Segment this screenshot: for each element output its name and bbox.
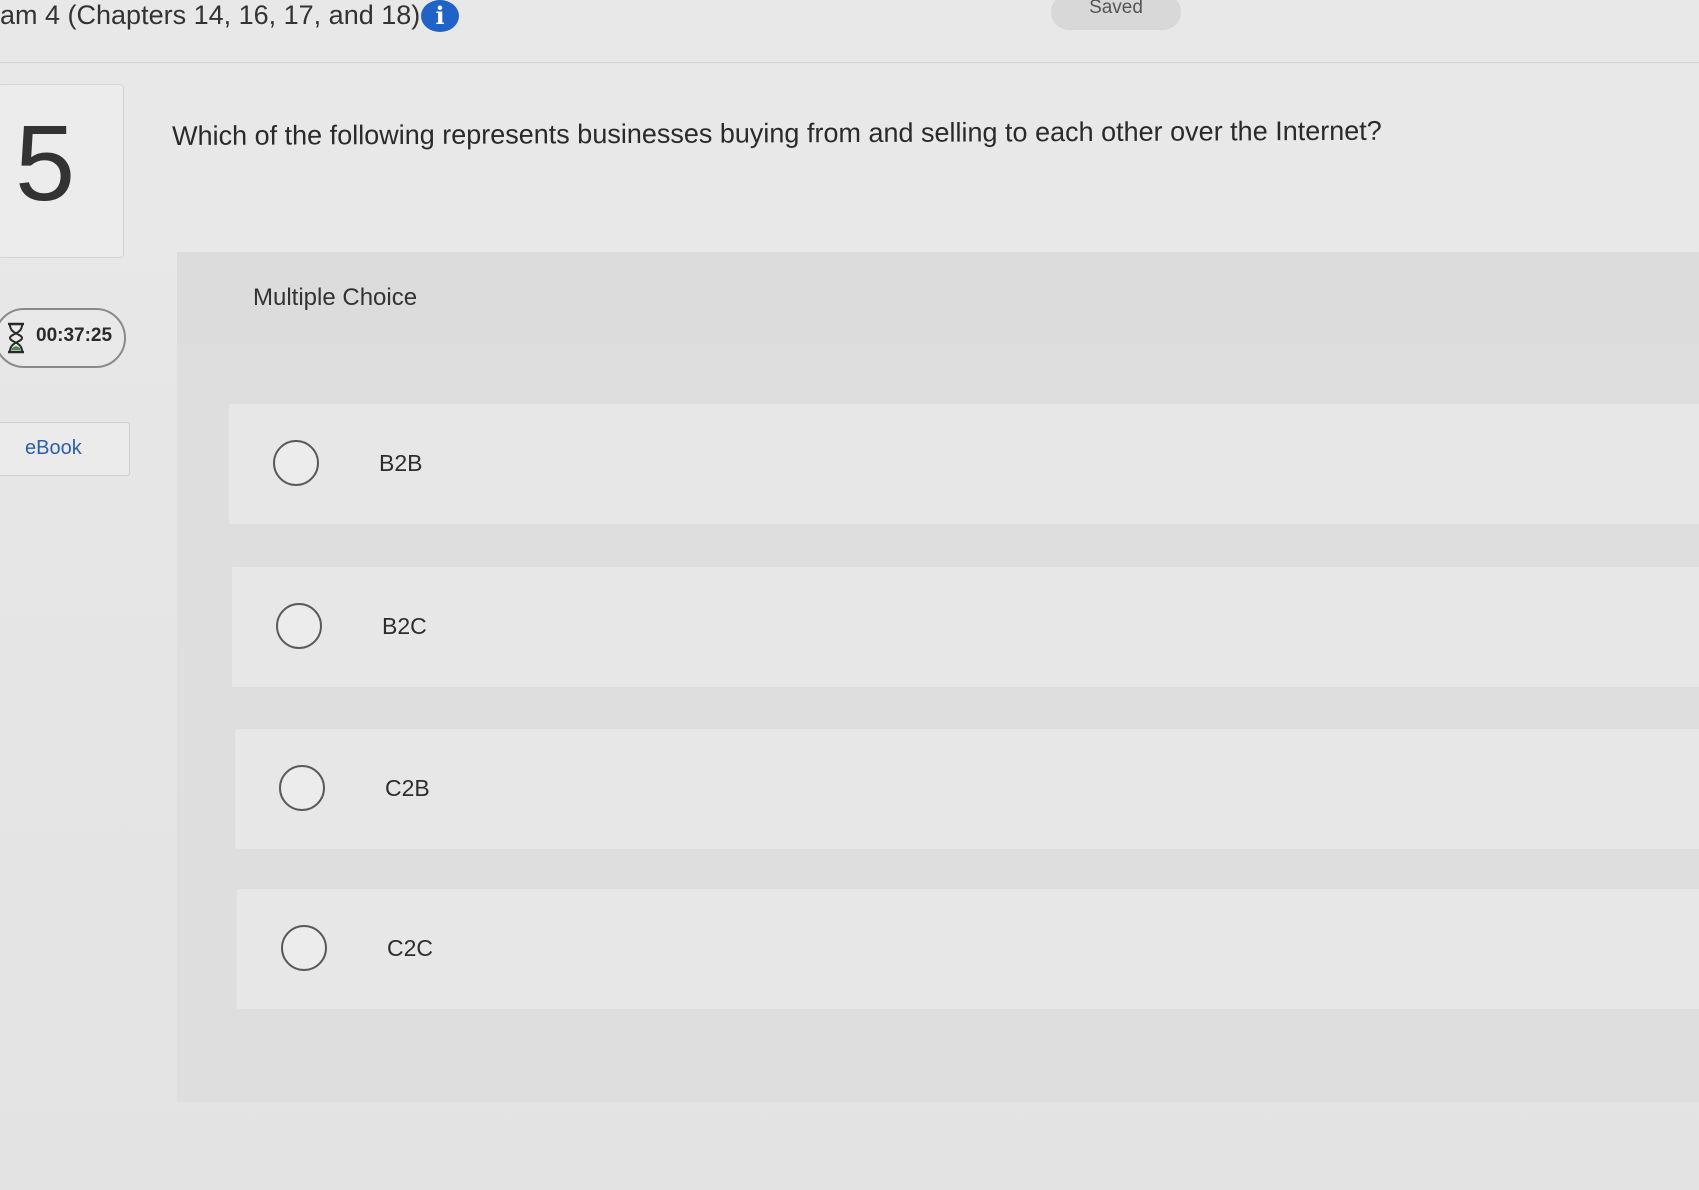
- info-icon[interactable]: i: [421, 0, 459, 32]
- question-number: 5: [15, 102, 76, 223]
- radio-button[interactable]: [273, 440, 319, 486]
- answer-panel-header: Multiple Choice: [177, 252, 1699, 344]
- answer-option-label: C2C: [387, 935, 434, 961]
- answer-option-label: B2B: [379, 450, 423, 476]
- hourglass-icon: [8, 322, 24, 354]
- question-type-label: Multiple Choice: [253, 284, 418, 311]
- ebook-label: eBook: [25, 437, 82, 459]
- answer-option-label: B2C: [382, 613, 427, 639]
- exam-title: am 4 (Chapters 14, 16, 17, and 18): [0, 0, 421, 30]
- header-bar: am 4 (Chapters 14, 16, 17, and 18) i Sav…: [0, 0, 1699, 63]
- timer[interactable]: 00:37:25: [0, 308, 126, 368]
- question-text: Which of the following represents busine…: [172, 115, 1382, 151]
- saved-status-badge: Saved: [1051, 0, 1181, 30]
- answer-option-label: C2B: [385, 775, 430, 801]
- timer-value: 00:37:25: [36, 325, 113, 346]
- radio-button[interactable]: [281, 925, 327, 971]
- page: am 4 (Chapters 14, 16, 17, and 18) i Sav…: [0, 0, 1699, 1190]
- answer-option[interactable]: B2B: [229, 404, 1699, 524]
- answer-panel: Multiple Choice B2B B2C C2B C2C: [177, 252, 1699, 1102]
- answer-option[interactable]: C2B: [235, 729, 1699, 849]
- ebook-button[interactable]: eBook: [0, 422, 130, 476]
- radio-button[interactable]: [279, 765, 325, 811]
- question-number-card: 5: [0, 84, 124, 258]
- radio-button[interactable]: [276, 603, 322, 649]
- answer-option[interactable]: C2C: [237, 889, 1699, 1009]
- answer-option[interactable]: B2C: [232, 567, 1699, 687]
